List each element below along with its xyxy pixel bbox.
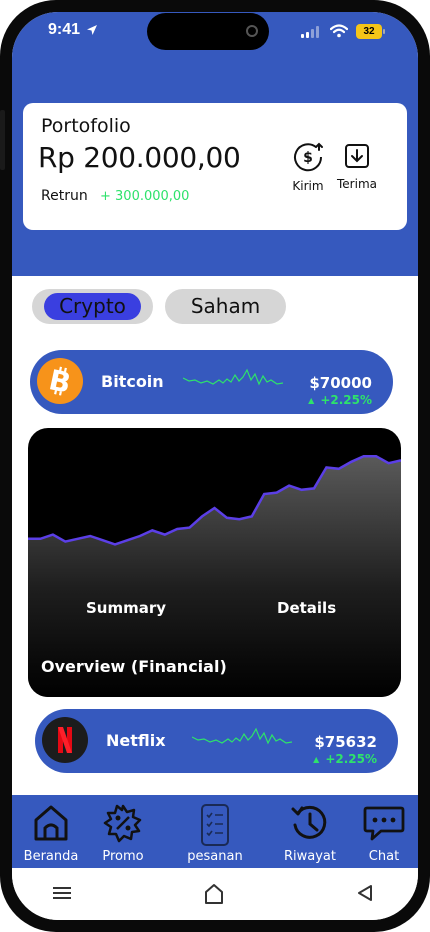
receive-button[interactable]: Terima — [334, 141, 380, 191]
promo-badge-icon — [103, 804, 142, 843]
sparkline-chart — [192, 727, 292, 745]
nav-item-beranda[interactable]: Beranda — [23, 803, 79, 864]
nav-label: Chat — [368, 849, 400, 864]
send-label: Kirim — [292, 179, 324, 193]
system-navigation-bar — [12, 868, 418, 920]
history-icon — [291, 805, 327, 839]
chat-icon — [363, 806, 405, 841]
menu-icon[interactable] — [52, 883, 72, 903]
dynamic-island — [147, 13, 269, 50]
asset-card-netflix[interactable]: Netflix $75632 ▲ +2.25% — [35, 709, 398, 773]
location-arrow-icon — [87, 25, 97, 35]
up-triangle-icon: ▲ — [313, 755, 320, 764]
tab-saham[interactable]: Saham — [165, 289, 286, 324]
asset-change: ▲ +2.25% — [313, 752, 377, 766]
status-bar: 9:41 32 — [12, 12, 418, 56]
return-value: + 300.000,00 — [100, 189, 190, 204]
nav-label: Riwayat — [284, 849, 336, 864]
home-icon — [34, 805, 68, 841]
nav-item-riwayat[interactable]: Riwayat — [282, 803, 338, 864]
bitcoin-logo: B — [37, 358, 83, 404]
netflix-icon — [58, 727, 72, 753]
nav-item-chat[interactable]: Chat — [362, 803, 406, 864]
up-triangle-icon: ▲ — [308, 396, 315, 405]
camera-icon — [246, 25, 258, 37]
battery-tip — [383, 29, 385, 34]
nav-label: Beranda — [23, 849, 79, 864]
overview-chart-card[interactable]: Summary Details Overview (Financial) — [28, 428, 401, 697]
portfolio-balance: Rp 200.000,00 — [38, 141, 241, 174]
dollar-send-icon: $ — [294, 142, 323, 172]
wifi-icon — [330, 24, 348, 38]
asset-card-bitcoin[interactable]: B Bitcoin $70000 ▲ +2.25% — [30, 350, 393, 414]
tab-crypto[interactable]: Crypto — [32, 289, 153, 324]
send-button[interactable]: $ Kirim — [285, 141, 331, 193]
asset-change-value: +2.25% — [325, 752, 377, 766]
download-icon — [345, 144, 369, 168]
back-icon[interactable] — [356, 883, 374, 903]
app-screen: 9:41 32 Portofolio Rp 200.000,00 Retrun … — [12, 12, 418, 920]
portfolio-card: Portofolio Rp 200.000,00 Retrun + 300.00… — [23, 103, 407, 230]
asset-change: ▲ +2.25% — [308, 393, 372, 407]
bitcoin-icon: B — [46, 363, 74, 400]
nav-label: Promo — [102, 849, 144, 864]
details-button[interactable]: Details — [277, 599, 336, 617]
asset-name: Netflix — [106, 731, 166, 750]
svg-text:$: $ — [303, 150, 313, 166]
bottom-navigation: Beranda Promo pesanan Riwayat Chat — [12, 795, 418, 868]
asset-price: $70000 — [309, 374, 372, 392]
sparkline-chart — [183, 368, 283, 386]
asset-change-value: +2.25% — [320, 393, 372, 407]
overview-title: Overview (Financial) — [41, 657, 227, 676]
order-list-icon — [201, 804, 229, 846]
side-button — [0, 110, 5, 170]
nav-label: pesanan — [187, 849, 243, 864]
nav-item-promo[interactable]: Promo — [99, 803, 147, 864]
summary-button[interactable]: Summary — [86, 599, 166, 617]
nav-item-pesanan[interactable]: pesanan — [187, 803, 243, 864]
battery-indicator: 32 — [356, 24, 382, 39]
phone-frame: 9:41 32 Portofolio Rp 200.000,00 Retrun … — [0, 0, 430, 932]
status-time: 9:41 — [48, 21, 81, 38]
netflix-logo — [42, 717, 88, 763]
tab-crypto-label: Crypto — [44, 293, 141, 320]
portfolio-title: Portofolio — [41, 115, 131, 137]
asset-price: $75632 — [314, 733, 377, 751]
return-label: Retrun — [41, 188, 88, 204]
cellular-signal-icon — [301, 26, 319, 38]
asset-name: Bitcoin — [101, 372, 164, 391]
home-button-icon[interactable] — [203, 883, 225, 905]
receive-label: Terima — [337, 177, 377, 191]
